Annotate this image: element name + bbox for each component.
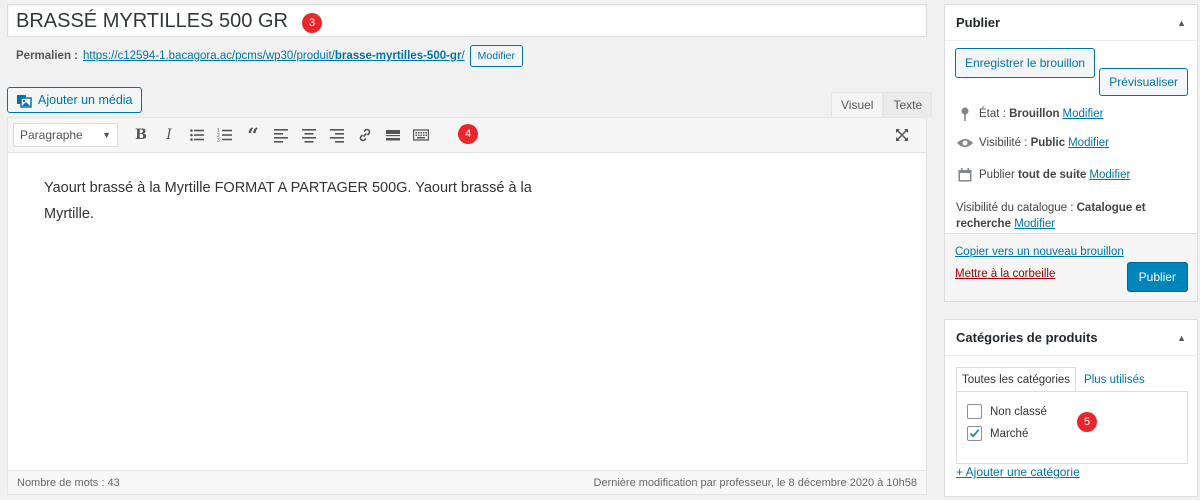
preview-button[interactable]: Prévisualiser xyxy=(1099,68,1188,96)
permalink: Permalien : https://c12594-1.bacagora.ac… xyxy=(16,44,523,68)
step-badge-4: 4 xyxy=(458,124,478,144)
catalog-edit-link[interactable]: Modifier xyxy=(1014,218,1055,230)
catalog-visibility-row: Visibilité du catalogue : Catalogue et r… xyxy=(956,202,1146,230)
word-count: Nombre de mots : 43 xyxy=(17,476,120,489)
permalink-label: Permalien : xyxy=(16,50,78,62)
permalink-link[interactable]: https://c12594-1.bacagora.ac/pcms/wp30/p… xyxy=(83,50,465,62)
tab-most-used[interactable]: Plus utilisés xyxy=(1076,367,1150,392)
publish-panel: Publier ▲ Enregistrer le brouillon Prévi… xyxy=(944,4,1198,302)
step-badge-3: 3 xyxy=(302,13,322,33)
italic-icon[interactable]: I xyxy=(155,121,183,149)
publish-button[interactable]: Publier xyxy=(1126,262,1188,292)
step-badge-5: 5 xyxy=(1077,412,1097,432)
link-icon[interactable] xyxy=(351,121,379,149)
publish-time-row: Publier tout de suite Modifier xyxy=(956,168,1130,182)
bullet-list-icon[interactable] xyxy=(183,121,211,149)
add-media-button[interactable]: Ajouter un média xyxy=(7,87,142,113)
tab-text[interactable]: Texte xyxy=(883,92,933,117)
visibility-edit-link[interactable]: Modifier xyxy=(1068,137,1109,149)
eye-icon xyxy=(956,137,974,149)
categories-panel: Catégories de produits ▲ Toutes les caté… xyxy=(944,319,1198,497)
svg-text:3: 3 xyxy=(217,138,220,143)
bold-icon[interactable]: B xyxy=(127,121,155,149)
status-row: État : Brouillon Modifier xyxy=(956,107,1103,121)
calendar-icon xyxy=(956,168,974,182)
category-list: Non classé Marché 5 xyxy=(956,391,1188,464)
media-icon xyxy=(17,95,32,108)
editor-tabs: Visuel Texte xyxy=(831,92,933,117)
publish-actions: Copier vers un nouveau brouillon Mettre … xyxy=(945,233,1197,301)
align-right-icon[interactable] xyxy=(323,121,351,149)
editor-content[interactable]: Yaourt brassé à la Myrtille FORMAT A PAR… xyxy=(8,153,568,249)
publish-time-edit-link[interactable]: Modifier xyxy=(1089,169,1130,181)
checkbox[interactable] xyxy=(967,404,982,419)
keyboard-icon[interactable] xyxy=(407,121,435,149)
blockquote-icon[interactable]: “ xyxy=(239,121,267,149)
collapse-arrow-icon[interactable]: ▲ xyxy=(1177,18,1186,28)
status-edit-link[interactable]: Modifier xyxy=(1063,108,1104,120)
read-more-icon[interactable] xyxy=(379,121,407,149)
tab-visual[interactable]: Visuel xyxy=(831,92,884,117)
list-item[interactable]: Non classé xyxy=(967,404,1047,419)
save-draft-button[interactable]: Enregistrer le brouillon xyxy=(955,48,1096,78)
add-media-label: Ajouter un média xyxy=(38,93,133,107)
copy-draft-link[interactable]: Copier vers un nouveau brouillon xyxy=(955,246,1124,258)
editor-statusbar: Nombre de mots : 43 Dernière modificatio… xyxy=(8,470,926,494)
checkbox-checked[interactable] xyxy=(967,426,982,441)
visibility-row: Visibilité : Public Modifier xyxy=(956,137,1109,149)
post-title-input[interactable]: BRASSÉ MYRTILLES 500 GR xyxy=(7,4,927,37)
tab-all-categories[interactable]: Toutes les catégories xyxy=(956,367,1077,392)
add-category-link[interactable]: + Ajouter une catégorie xyxy=(956,465,1080,479)
permalink-edit-button[interactable]: Modifier xyxy=(469,45,523,67)
categories-panel-header[interactable]: Catégories de produits ▲ xyxy=(945,320,1197,356)
format-select[interactable]: Paragraphe ▼ xyxy=(13,123,118,147)
trash-link[interactable]: Mettre à la corbeille xyxy=(955,268,1055,280)
content-editor: Paragraphe ▼ B I 123 “ 4 Yaourt brassé à… xyxy=(7,117,927,495)
collapse-arrow-icon[interactable]: ▲ xyxy=(1177,333,1186,343)
pin-icon xyxy=(956,107,974,121)
publish-panel-header[interactable]: Publier ▲ xyxy=(945,5,1197,41)
align-left-icon[interactable] xyxy=(267,121,295,149)
list-item[interactable]: Marché xyxy=(967,426,1028,441)
align-center-icon[interactable] xyxy=(295,121,323,149)
editor-toolbar: Paragraphe ▼ B I 123 “ 4 xyxy=(8,118,926,153)
checkmark-icon xyxy=(969,429,980,438)
category-tabs: Toutes les catégories Plus utilisés xyxy=(956,367,1150,392)
last-modified: Dernière modification par professeur, le… xyxy=(593,476,917,489)
numbered-list-icon[interactable]: 123 xyxy=(211,121,239,149)
chevron-down-icon: ▼ xyxy=(102,130,111,140)
fullscreen-icon[interactable] xyxy=(888,121,916,149)
